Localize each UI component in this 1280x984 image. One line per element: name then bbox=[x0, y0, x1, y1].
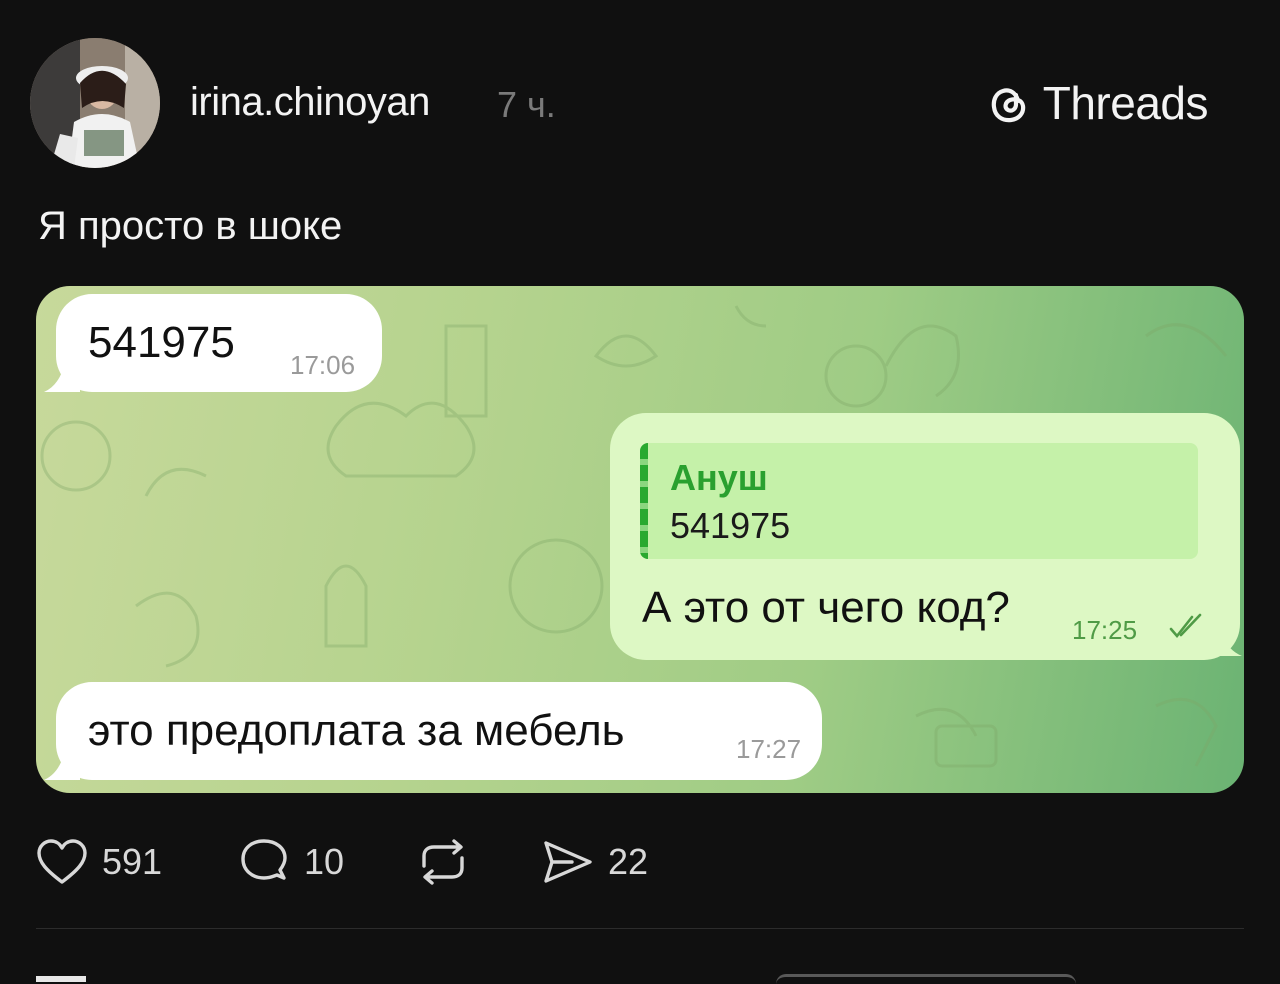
username[interactable]: irina.chinoyan bbox=[190, 80, 430, 125]
reply-author: Ануш bbox=[670, 457, 768, 498]
reply-quote[interactable]: Ануш 541975 bbox=[640, 443, 1198, 559]
post-header: irina.chinoyan 7 ч. Threads bbox=[0, 0, 1280, 190]
send-icon bbox=[544, 841, 592, 883]
message-time: 17:06 bbox=[290, 350, 356, 380]
threads-brand[interactable]: Threads bbox=[985, 76, 1209, 130]
next-post-peek bbox=[36, 964, 1244, 984]
next-post-text-fragment bbox=[36, 976, 86, 982]
message-text: 541975 bbox=[88, 318, 235, 367]
like-button[interactable]: 591 bbox=[36, 838, 162, 886]
message-incoming[interactable]: 541975 17:06 bbox=[56, 294, 382, 392]
next-post-text-fragment bbox=[776, 974, 1076, 984]
threads-logo-icon bbox=[991, 88, 1025, 123]
heart-icon bbox=[37, 839, 87, 884]
message-time: 17:27 bbox=[736, 734, 802, 764]
reply-text: 541975 bbox=[670, 505, 791, 546]
comment-button[interactable]: 10 bbox=[240, 838, 344, 886]
post-text: Я просто в шоке bbox=[38, 204, 343, 248]
post-actions: 591 10 22 bbox=[0, 830, 1280, 894]
repost-button[interactable] bbox=[416, 838, 470, 886]
message-outgoing[interactable]: Ануш 541975 А это от чего код? 17:25 bbox=[610, 413, 1240, 660]
reply-quote-bar bbox=[640, 443, 648, 559]
double-check-icon bbox=[1169, 613, 1202, 639]
post-divider bbox=[36, 928, 1244, 929]
avatar-image bbox=[30, 38, 160, 168]
chat-screenshot: 541975 17:06 Ануш 541975 А это от чего к… bbox=[36, 286, 1244, 793]
brand-label: Threads bbox=[1042, 77, 1209, 129]
share-count: 22 bbox=[608, 841, 649, 882]
like-count: 591 bbox=[102, 841, 163, 882]
repost-icon bbox=[422, 839, 464, 885]
comment-icon bbox=[241, 839, 287, 880]
message-text: А это от чего код? bbox=[642, 583, 1010, 632]
message-text: это предоплата за мебель bbox=[88, 706, 625, 755]
comment-count: 10 bbox=[304, 841, 345, 882]
message-incoming[interactable]: это предоплата за мебель 17:27 bbox=[56, 682, 822, 780]
message-time: 17:25 bbox=[1072, 615, 1138, 645]
post-time: 7 ч. bbox=[497, 84, 556, 125]
share-button[interactable]: 22 bbox=[542, 838, 648, 886]
avatar[interactable] bbox=[30, 38, 160, 168]
